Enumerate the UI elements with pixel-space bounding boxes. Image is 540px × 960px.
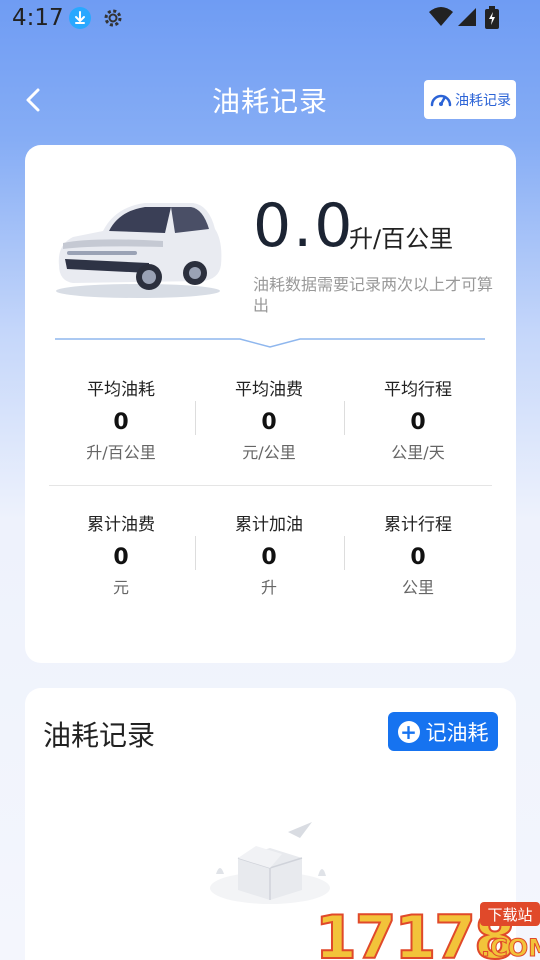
metric-label: 累计油费 (87, 515, 155, 535)
signal-icon (456, 6, 478, 32)
metric-value: 0 (113, 410, 129, 435)
metric-value: 0 (261, 410, 277, 435)
fuel-records-button[interactable]: 油耗记录 (424, 80, 516, 119)
watermark-domain: .COM (481, 934, 540, 960)
metric-value: 0 (410, 545, 426, 570)
metric-label: 平均油耗 (87, 380, 155, 400)
metric-total-fuel-cost: 累计油费 0 元 (46, 510, 196, 598)
gauge-icon (430, 94, 452, 106)
metric-unit: 元 (112, 578, 129, 597)
watermark-tag: 下载站 (487, 906, 532, 924)
divider-wave (55, 338, 485, 348)
metric-total-distance: 累计行程 0 公里 (343, 510, 493, 598)
add-fuel-record-label: 记油耗 (425, 720, 489, 745)
status-bar: 4:17 (0, 0, 540, 38)
site-watermark-logo: 17178 下载站 .COM (315, 902, 540, 960)
car-image (56, 203, 222, 298)
average-consumption-value: 0.0 (253, 191, 355, 261)
plus-circle-icon: + (397, 720, 420, 743)
fuel-records-button-label: 油耗记录 (455, 92, 511, 109)
metric-label: 平均油费 (235, 380, 303, 400)
metric-value: 0 (410, 410, 426, 435)
metric-unit: 公里/天 (391, 443, 445, 462)
metric-unit: 升/百公里 (86, 443, 156, 462)
consumption-note: 油耗数据需要记录两次以上才可算出 (253, 275, 494, 315)
metric-label: 平均行程 (384, 380, 452, 400)
average-consumption-unit: 升/百公里 (349, 225, 454, 253)
row-divider (49, 485, 492, 486)
metric-total-refuel: 累计加油 0 升 (194, 510, 344, 598)
wifi-icon (428, 6, 454, 32)
metric-unit: 元/公里 (242, 443, 296, 462)
add-fuel-record-button[interactable]: + 记油耗 (388, 712, 498, 751)
metric-label: 累计行程 (384, 515, 452, 535)
metric-value: 0 (113, 545, 129, 570)
status-time: 4:17 (12, 5, 64, 31)
metric-value: 0 (261, 545, 277, 570)
battery-icon (484, 6, 500, 34)
metric-unit: 升 (260, 578, 277, 597)
download-icon (69, 7, 91, 29)
settings-gear-icon (102, 7, 124, 33)
metric-avg-distance: 平均行程 0 公里/天 (343, 375, 493, 463)
fuel-stats-card: 0.0 升/百公里 油耗数据需要记录两次以上才可算出 平均油耗 0 升/百公里 … (25, 145, 516, 663)
metric-avg-fuel-cost: 平均油费 0 元/公里 (194, 375, 344, 463)
metric-avg-consumption: 平均油耗 0 升/百公里 (46, 375, 196, 463)
metric-unit: 公里 (401, 578, 434, 597)
metric-label: 累计加油 (235, 515, 303, 535)
records-section-title: 油耗记录 (43, 719, 156, 752)
